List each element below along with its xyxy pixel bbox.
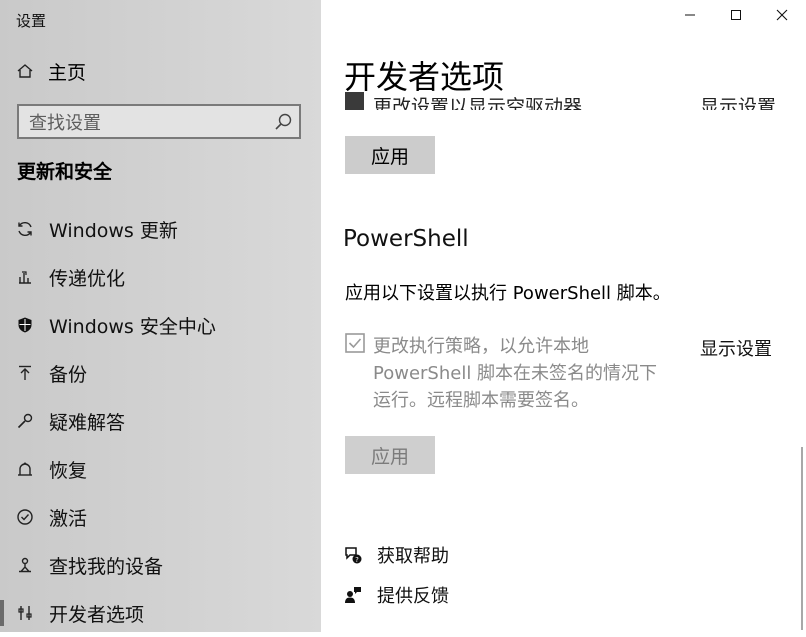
sidebar-item-windows-security[interactable]: Windows 安全中心 — [0, 301, 321, 349]
show-settings-link[interactable]: 显示设置 — [700, 92, 776, 110]
app-title: 设置 — [16, 12, 47, 30]
search-icon[interactable] — [273, 112, 293, 132]
minimize-button[interactable] — [675, 4, 705, 26]
execution-policy-label-line: 更改执行策略，以允许本地 — [373, 336, 589, 357]
setting-label: 更改设置以显示空驱动器 — [373, 96, 583, 110]
wrench-icon — [16, 412, 34, 430]
give-feedback-link[interactable]: 提供反馈 — [343, 583, 449, 607]
sidebar-item-find-my-device[interactable]: 查找我的设备 — [0, 541, 321, 589]
sidebar-item-developer-options[interactable]: 开发者选项 — [0, 589, 321, 637]
search-box[interactable]: 查找设置 — [17, 104, 301, 139]
home-label: 主页 — [48, 61, 87, 84]
sidebar-item-troubleshoot[interactable]: 疑难解答 — [0, 397, 321, 445]
sidebar-item-label: 备份 — [49, 363, 88, 386]
section-title: 更新和安全 — [17, 161, 113, 183]
sidebar-item-label: 查找我的设备 — [49, 555, 164, 578]
home-icon — [16, 62, 34, 80]
feedback-person-icon — [343, 585, 363, 605]
powershell-apply-button[interactable]: 应用 — [345, 436, 435, 474]
close-button[interactable] — [767, 4, 797, 26]
sidebar-item-activation[interactable]: 激活 — [0, 493, 321, 541]
main-content: 开发者选项 更改设置以显示空驱动器 显示设置 应用 PowerShell 应用以… — [321, 0, 806, 632]
apply-button[interactable]: 应用 — [345, 136, 435, 174]
svg-text:?: ? — [355, 556, 359, 564]
maximize-icon — [731, 10, 741, 20]
sidebar-item-label: Windows 更新 — [49, 219, 178, 242]
close-icon — [776, 9, 788, 21]
search-input[interactable]: 查找设置 — [29, 109, 273, 135]
sidebar-item-label: Windows 安全中心 — [49, 315, 216, 338]
backup-arrow-icon — [16, 364, 34, 382]
delivery-optimization-icon — [16, 268, 34, 286]
partially-scrolled-row: 更改设置以显示空驱动器 显示设置 — [345, 92, 795, 110]
sidebar-nav: Windows 更新 传递优化 Windows 安全中心 备份 疑难解答 恢复 … — [0, 205, 321, 637]
scrollbar[interactable] — [801, 447, 803, 630]
get-help-link[interactable]: ? 获取帮助 — [343, 543, 449, 567]
checkmark-icon — [345, 333, 365, 353]
get-help-label: 获取帮助 — [377, 546, 449, 567]
sidebar-item-windows-update[interactable]: Windows 更新 — [0, 205, 321, 253]
execution-policy-label-line: 运行。远程脚本需要签名。 — [373, 390, 589, 411]
sidebar: 设置 主页 查找设置 更新和安全 Windows 更新 传递优化 Windows… — [0, 0, 321, 632]
execution-policy-checkbox[interactable] — [345, 333, 365, 353]
show-settings-link[interactable]: 显示设置 — [700, 335, 772, 361]
sidebar-item-recovery[interactable]: 恢复 — [0, 445, 321, 493]
sidebar-item-delivery-optimization[interactable]: 传递优化 — [0, 253, 321, 301]
sidebar-item-backup[interactable]: 备份 — [0, 349, 321, 397]
developer-tools-icon — [16, 604, 34, 622]
sidebar-item-label: 开发者选项 — [49, 603, 145, 626]
powershell-heading: PowerShell — [343, 226, 469, 252]
shield-icon — [16, 316, 34, 334]
sidebar-home[interactable]: 主页 — [16, 57, 86, 85]
sidebar-item-label: 疑难解答 — [49, 411, 126, 434]
sidebar-item-label: 激活 — [49, 507, 88, 530]
execution-policy-label: 更改执行策略，以允许本地 PowerShell 脚本在未签名的情况下 运行。远程… — [373, 333, 693, 414]
powershell-description: 应用以下设置以执行 PowerShell 脚本。 — [345, 283, 671, 304]
checkbox[interactable] — [345, 92, 364, 110]
find-device-icon — [16, 556, 34, 574]
sidebar-item-label: 恢复 — [49, 459, 88, 482]
execution-policy-label-line: PowerShell 脚本在未签名的情况下 — [373, 363, 658, 384]
help-chat-icon: ? — [343, 545, 363, 565]
activation-check-icon — [16, 508, 34, 526]
recovery-icon — [16, 460, 34, 478]
maximize-button[interactable] — [721, 4, 751, 26]
sync-icon — [16, 220, 34, 238]
sidebar-item-label: 传递优化 — [49, 267, 126, 290]
give-feedback-label: 提供反馈 — [377, 586, 449, 607]
minimize-icon — [685, 14, 695, 16]
